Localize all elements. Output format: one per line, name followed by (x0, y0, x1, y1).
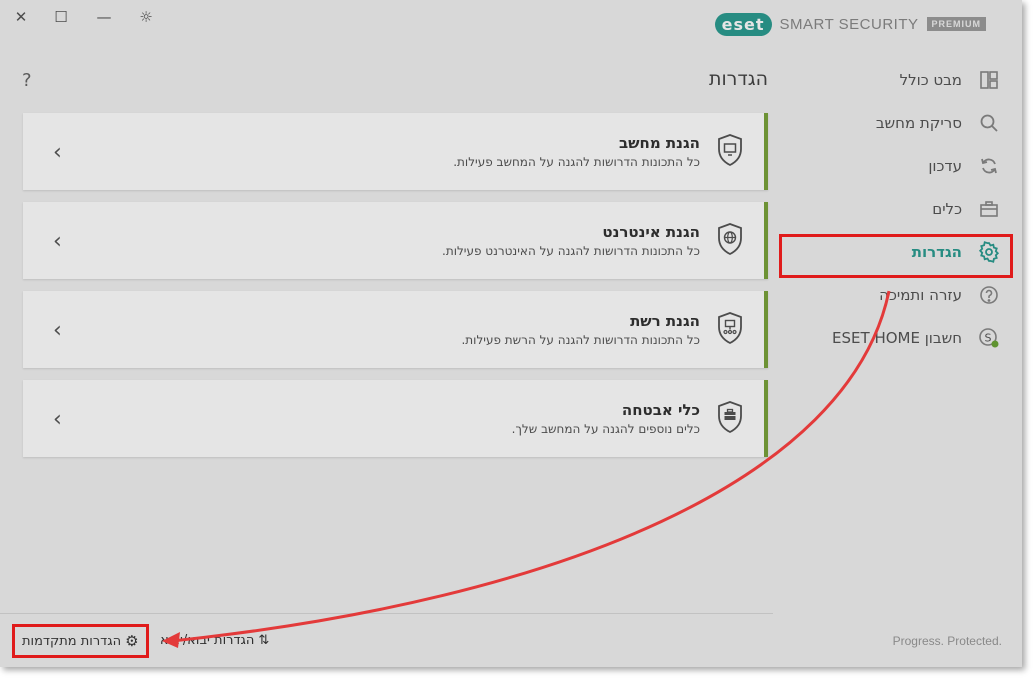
card-title: כלי אבטחה (621, 401, 700, 419)
card-computer-protection[interactable]: ‹ הגנת מחשב כל התכונות הדרושות להגנה על … (23, 113, 768, 190)
globe-shield-icon (718, 223, 742, 256)
card-security-tools[interactable]: ‹ כלי אבטחה כלים נוספים להגנה על המחשב ש… (23, 380, 768, 457)
card-description: כל התכונות הדרושות להגנה על המחשב פעילות… (453, 155, 700, 169)
sidebar-item-label: כלים (932, 199, 962, 218)
page-title: הגדרות (708, 68, 768, 90)
svg-text:S: S (985, 331, 992, 344)
card-description: כל התכונות הדרושות להגנה על האינטרנט פעי… (442, 244, 700, 258)
help-button[interactable]: ? (22, 70, 32, 91)
card-title: הגנת אינטרנט (602, 223, 700, 241)
sidebar-item-tools[interactable]: כלים (774, 187, 1022, 230)
sidebar-item-label: מבט כולל (899, 70, 962, 89)
sidebar-item-update[interactable]: עדכון (774, 144, 1022, 187)
refresh-icon (978, 155, 1000, 177)
chevron-left-icon: ‹ (53, 229, 62, 254)
sidebar-item-label: חשבון ESET HOME (832, 328, 962, 347)
network-shield-icon (718, 312, 742, 345)
card-title: הגנת מחשב (619, 134, 700, 152)
chevron-left-icon: ‹ (53, 140, 62, 165)
title-bar: ✕ ☐ — ☼ eset SMART SECURITY PREMIUM (0, 0, 1022, 40)
eset-home-icon: S (978, 327, 1000, 349)
app-window: ✕ ☐ — ☼ eset SMART SECURITY PREMIUM מבט … (0, 0, 1022, 667)
toolbox-icon (978, 198, 1000, 220)
search-icon (978, 112, 1000, 134)
computer-shield-icon (718, 134, 742, 167)
brand-logo: eset SMART SECURITY PREMIUM (714, 11, 986, 37)
card-internet-protection[interactable]: ‹ הגנת אינטרנט כל התכונות הדרושות להגנה … (23, 202, 768, 279)
edition-badge: PREMIUM (926, 17, 986, 31)
advanced-settings-link[interactable]: ⚙ הגדרות מתקדמות (12, 624, 149, 658)
dashboard-icon (978, 69, 1000, 91)
sidebar-item-overview[interactable]: מבט כולל (774, 58, 1022, 101)
sidebar-item-label: סריקת מחשב (875, 113, 962, 132)
card-description: כל התכונות הדרושות להגנה על הרשת פעילות. (461, 333, 700, 347)
footer-divider (0, 613, 773, 614)
sidebar-item-eset-home[interactable]: S חשבון ESET HOME (774, 316, 1022, 359)
maximize-icon[interactable]: ☐ (49, 6, 73, 28)
product-name: SMART SECURITY (779, 15, 919, 33)
chevron-left-icon: ‹ (53, 407, 62, 432)
sidebar-item-scan[interactable]: סריקת מחשב (774, 101, 1022, 144)
sidebar-item-help[interactable]: עזרה ותמיכה (774, 273, 1022, 316)
card-network-protection[interactable]: ‹ הגנת רשת כל התכונות הדרושות להגנה על ה… (23, 291, 768, 368)
import-export-settings-link[interactable]: ⇅ הגדרות יבוא/יצוא (160, 633, 269, 648)
annotation-highlight-settings (779, 234, 1013, 278)
chevron-left-icon: ‹ (53, 318, 62, 343)
import-export-label: הגדרות יבוא/יצוא (160, 633, 255, 648)
help-icon (978, 284, 1000, 306)
sidebar: מבט כולל סריקת מחשב עדכון כלים הגדרות עז… (774, 58, 1022, 359)
gear-icon: ⚙ (125, 632, 139, 650)
toolbox-shield-icon (718, 401, 742, 434)
eset-logo: eset (714, 12, 772, 36)
close-icon[interactable]: ✕ (9, 6, 33, 28)
advanced-settings-label: הגדרות מתקדמות (22, 633, 122, 649)
theme-toggle-icon[interactable]: ☼ (134, 6, 158, 28)
sidebar-item-label: עדכון (928, 156, 962, 175)
sort-arrows-icon: ⇅ (258, 633, 270, 648)
sidebar-item-label: עזרה ותמיכה (879, 285, 962, 304)
card-title: הגנת רשת (630, 312, 700, 330)
minimize-button[interactable]: — (92, 6, 116, 28)
card-description: כלים נוספים להגנה על המחשב שלך. (511, 422, 700, 436)
tagline: Progress. Protected. (892, 634, 1002, 648)
